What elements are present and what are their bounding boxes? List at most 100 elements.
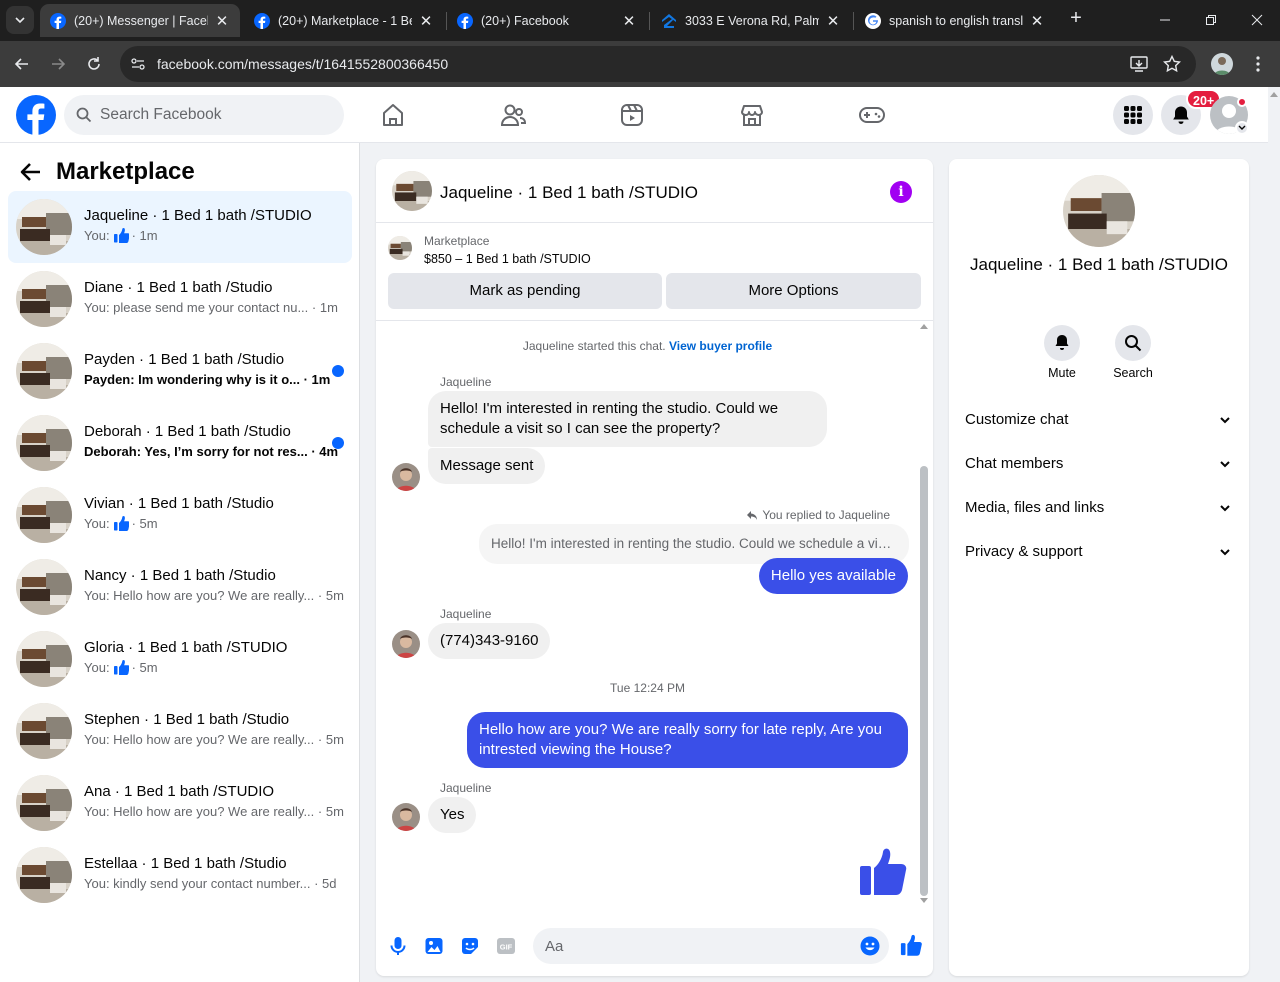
page-scrollbar[interactable]	[1268, 87, 1280, 982]
home-nav-icon[interactable]	[375, 97, 411, 133]
details-listing-image[interactable]	[1063, 175, 1135, 247]
sender-avatar[interactable]	[392, 630, 420, 658]
conversation-item[interactable]: Estellaa · 1 Bed 1 bath /Studio You: kind…	[8, 839, 352, 911]
close-tab-icon[interactable]: ✕	[418, 13, 434, 30]
sender-name: Jaqueline	[440, 781, 492, 795]
conversation-item[interactable]: Ana · 1 Bed 1 bath /STUDIO You: Hello how…	[8, 767, 352, 839]
incoming-message[interactable]: Yes	[428, 797, 477, 833]
conversation-thumbnail	[16, 199, 72, 255]
sticker-icon[interactable]	[460, 936, 480, 956]
microphone-icon[interactable]	[388, 936, 408, 956]
forward-button[interactable]	[46, 52, 70, 76]
like-button-icon[interactable]	[900, 934, 922, 956]
conversation-thumbnail	[16, 631, 72, 687]
message-input[interactable]	[545, 928, 845, 964]
search-action[interactable]: Search	[1103, 325, 1163, 380]
privacy-support-section[interactable]: Privacy & support	[957, 530, 1241, 574]
marketplace-nav-icon[interactable]	[734, 97, 770, 133]
listing-thumbnail[interactable]	[388, 236, 412, 260]
conversation-item[interactable]: Diane · 1 Bed 1 bath /Studio You: please …	[8, 263, 352, 335]
mute-action[interactable]: Mute	[1032, 325, 1092, 380]
chevron-down-icon	[1220, 461, 1230, 468]
reload-button[interactable]	[82, 52, 106, 76]
tab-google[interactable]: spanish to english translate ✕	[855, 4, 1055, 37]
close-tab-icon[interactable]: ✕	[1029, 13, 1045, 30]
message-timestamp: Tue 12:24 PM	[610, 681, 685, 695]
gif-icon[interactable]: GIF	[496, 936, 516, 956]
listing-photo	[16, 559, 72, 615]
conversation-item[interactable]: Gloria · 1 Bed 1 bath /STUDIO You: · 5m	[8, 623, 352, 695]
mark-as-pending-button[interactable]: Mark as pending	[388, 273, 662, 309]
tab-messenger[interactable]: (20+) Messenger | Facebook ✕	[40, 4, 240, 37]
menu-grid-button[interactable]	[1113, 95, 1153, 135]
close-tab-icon[interactable]: ✕	[825, 13, 841, 30]
account-chevron-icon[interactable]	[1235, 121, 1249, 135]
tab-marketplace[interactable]: (20+) Marketplace - 1 Bed ✕	[244, 4, 444, 37]
search-input[interactable]	[100, 95, 330, 135]
close-window-button[interactable]	[1242, 8, 1272, 32]
tab-search-button[interactable]	[6, 6, 34, 34]
chat-started-note: Jaqueline started this chat. View buyer …	[522, 339, 773, 353]
sidebar-title: Marketplace	[56, 158, 195, 185]
scrollbar-thumb[interactable]	[920, 466, 928, 896]
incoming-message[interactable]: (774)343-9160	[428, 623, 551, 659]
chat-scrollbar[interactable]	[917, 321, 931, 906]
unread-dot	[332, 365, 344, 377]
sender-avatar[interactable]	[392, 803, 420, 831]
conversation-item[interactable]: Nancy · 1 Bed 1 bath /Studio You: Hello h…	[8, 551, 352, 623]
more-options-button[interactable]: More Options	[666, 273, 921, 309]
close-tab-icon[interactable]: ✕	[621, 13, 637, 30]
profile-avatar[interactable]	[1211, 53, 1233, 75]
conversation-preview: Payden: Im wondering why is it o... · 1m	[84, 372, 331, 387]
conversation-preview: You: Hello how are you? We are really...…	[84, 732, 344, 747]
incoming-message[interactable]: Message sent	[428, 448, 546, 484]
incoming-message[interactable]: Hello! I'm interested in renting the stu…	[428, 391, 827, 447]
listing-photo	[392, 171, 432, 211]
conversation-thumbnail	[16, 271, 72, 327]
chat-members-section[interactable]: Chat members	[957, 442, 1241, 486]
conversation-item[interactable]: Stephen · 1 Bed 1 bath /Studio You: Hello…	[8, 695, 352, 767]
emoji-icon[interactable]	[860, 936, 880, 956]
tab-zillow[interactable]: 3033 E Verona Rd, Palm Springs ✕	[651, 4, 851, 37]
tab-facebook[interactable]: (20+) Facebook ✕	[447, 4, 647, 37]
avatar-photo	[392, 803, 420, 831]
outgoing-message[interactable]: Hello how are you? We are really sorry f…	[467, 712, 908, 768]
facebook-logo-icon[interactable]	[16, 95, 56, 135]
conversation-name: Gloria · 1 Bed 1 bath /STUDIO	[84, 639, 288, 656]
conversation-preview: You: · 5m	[84, 660, 158, 675]
outgoing-message[interactable]: Hello yes available	[758, 558, 908, 594]
sender-avatar[interactable]	[392, 463, 420, 491]
bell-icon	[1173, 106, 1189, 124]
listing-banner: Marketplace $850 – 1 Bed 1 bath /STUDIO …	[376, 223, 933, 321]
browser-menu-button[interactable]	[1246, 52, 1270, 76]
info-icon[interactable]: i	[890, 181, 912, 203]
back-button[interactable]	[10, 52, 34, 76]
customize-chat-section[interactable]: Customize chat	[957, 398, 1241, 442]
close-tab-icon[interactable]: ✕	[214, 13, 230, 30]
video-nav-icon[interactable]	[614, 97, 650, 133]
conversation-item[interactable]: Deborah · 1 Bed 1 bath /Studio Deborah: Y…	[8, 407, 352, 479]
view-buyer-profile-link[interactable]: View buyer profile	[669, 339, 772, 353]
conversation-item[interactable]: Payden · 1 Bed 1 bath /Studio Payden: Im …	[8, 335, 352, 407]
listing-price[interactable]: $850 – 1 Bed 1 bath /STUDIO	[424, 252, 591, 266]
back-arrow-icon[interactable]	[20, 162, 42, 182]
photo-icon[interactable]	[424, 936, 444, 956]
message-thread: Jaqueline started this chat. View buyer …	[376, 321, 933, 906]
listing-photo	[1063, 175, 1135, 247]
listing-photo	[16, 415, 72, 471]
restore-button[interactable]	[1196, 8, 1226, 32]
gaming-nav-icon[interactable]	[854, 97, 890, 133]
conversation-name: Stephen · 1 Bed 1 bath /Studio	[84, 711, 290, 728]
message-composer: GIF	[376, 916, 933, 976]
conversation-item[interactable]: Jaqueline · 1 Bed 1 bath /STUDIO You: · 1m	[8, 191, 352, 263]
omnibox[interactable]: facebook.com/messages/t/1641552800366450	[120, 46, 1196, 82]
chat-listing-thumbnail[interactable]	[392, 171, 432, 211]
chat-title[interactable]: Jaqueline · 1 Bed 1 bath /STUDIO	[440, 183, 698, 203]
facebook-header: 20+	[0, 87, 1268, 143]
media-files-links-section[interactable]: Media, files and links	[957, 486, 1241, 530]
conversation-preview: You: please send me your contact nu... ·…	[84, 300, 338, 315]
friends-nav-icon[interactable]	[495, 97, 531, 133]
conversation-item[interactable]: Vivian · 1 Bed 1 bath /Studio You: · 5m	[8, 479, 352, 551]
minimize-button[interactable]	[1150, 8, 1180, 32]
new-tab-button[interactable]: +	[1065, 8, 1087, 30]
